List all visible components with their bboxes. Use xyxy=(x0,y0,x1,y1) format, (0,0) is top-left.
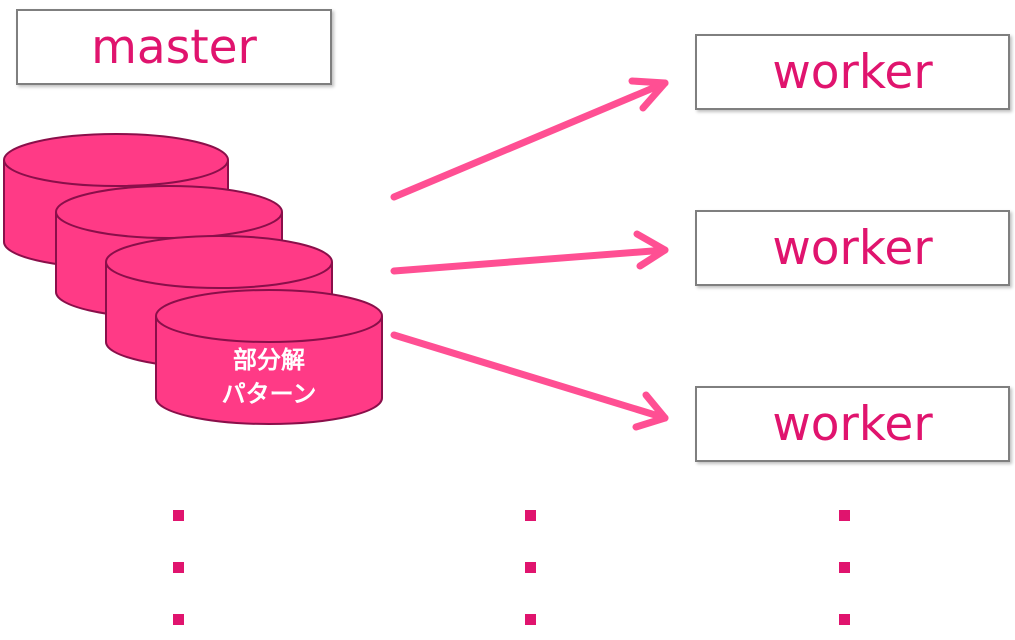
worker-label-1: worker xyxy=(772,44,933,100)
worker-box-3: worker xyxy=(695,386,1010,462)
arrow-to-worker-1 xyxy=(390,77,669,201)
arrow-to-worker-2 xyxy=(390,230,669,275)
master-label: master xyxy=(91,19,257,75)
worker-box-1: worker xyxy=(695,34,1010,110)
arrow-to-worker-3 xyxy=(390,331,669,431)
ellipsis-column-right xyxy=(839,510,850,625)
master-box: master xyxy=(16,9,332,85)
worker-label-3: worker xyxy=(772,396,933,452)
vertical-ellipsis-icon xyxy=(173,510,850,625)
database-label-line2: パターン xyxy=(222,380,317,408)
arrows xyxy=(390,77,669,431)
database-cylinder-4: 部分解 パターン xyxy=(155,289,383,425)
ellipsis-column-left xyxy=(173,510,184,625)
worker-label-2: worker xyxy=(772,220,933,276)
worker-box-2: worker xyxy=(695,210,1010,286)
database-label-line1: 部分解 xyxy=(233,346,305,374)
ellipsis-column-middle xyxy=(525,510,536,625)
database-stack: 部分解 パターン xyxy=(3,133,383,425)
